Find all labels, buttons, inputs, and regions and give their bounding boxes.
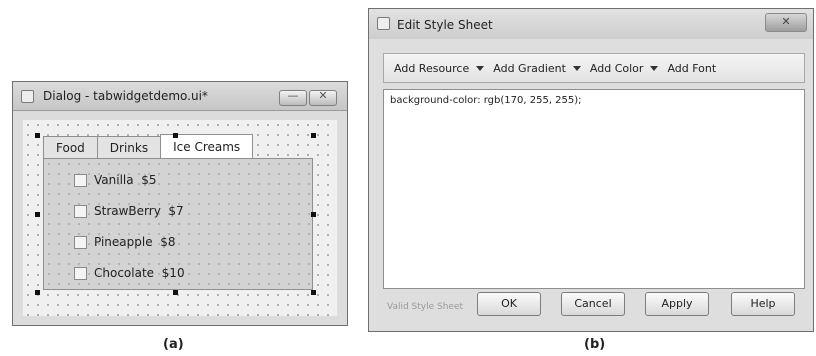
apply-button[interactable]: Apply xyxy=(645,292,709,316)
stylesheet-toolbar: Add Resource Add Gradient Add Color Add … xyxy=(383,53,805,83)
checkbox[interactable] xyxy=(74,173,87,187)
tabwidget-dialog-window: Dialog - tabwidgetdemo.ui* — ✕ Food Drin… xyxy=(12,81,348,326)
editor-window-icon xyxy=(377,17,390,30)
tab-drinks[interactable]: Drinks xyxy=(96,136,162,158)
add-font-label: Add Font xyxy=(667,61,717,75)
editor-title: Edit Style Sheet xyxy=(397,18,493,32)
dropdown-arrow-icon[interactable] xyxy=(572,65,581,71)
add-resource-label: Add Resource xyxy=(394,61,470,75)
tab-bar: Food Drinks Ice Creams xyxy=(43,134,254,158)
add-font-button[interactable]: Add Font xyxy=(667,62,716,75)
selection-handle[interactable] xyxy=(311,290,316,295)
selection-handle[interactable] xyxy=(35,133,40,138)
ok-button[interactable]: OK xyxy=(477,292,541,316)
dialog-titlebar[interactable]: Dialog - tabwidgetdemo.ui* — ✕ xyxy=(13,82,347,111)
editor-close-button[interactable]: ✕ xyxy=(765,13,807,32)
dropdown-arrow-icon[interactable] xyxy=(476,65,485,71)
checkbox-item-vanilla[interactable]: Vanilla $5 xyxy=(74,172,157,188)
dialog-title: Dialog - tabwidgetdemo.ui* xyxy=(43,89,208,103)
close-icon: ✕ xyxy=(318,89,328,102)
checkbox-item-strawberry[interactable]: StrawBerry $7 xyxy=(74,203,184,219)
tab-panel: Vanilla $5 StrawBerry $7 Pineapple $8 Ch… xyxy=(43,158,313,290)
stylesheet-text: background-color: rgb(170, 255, 255); xyxy=(390,95,582,106)
close-button[interactable]: ✕ xyxy=(309,89,337,106)
editor-titlebar[interactable]: Edit Style Sheet ✕ xyxy=(369,9,813,39)
selection-handle[interactable] xyxy=(311,133,316,138)
add-gradient-label: Add Gradient xyxy=(493,61,566,75)
help-button[interactable]: Help xyxy=(731,292,795,316)
selection-handle[interactable] xyxy=(311,212,316,217)
stylesheet-text-editor[interactable]: background-color: rgb(170, 255, 255); xyxy=(383,89,805,289)
dropdown-arrow-icon[interactable] xyxy=(650,65,659,71)
checkbox-item-chocolate[interactable]: Chocolate $10 xyxy=(74,265,185,281)
add-resource-button[interactable]: Add Resource xyxy=(394,61,485,75)
checkbox-label: StrawBerry $7 xyxy=(94,204,184,218)
selection-handle[interactable] xyxy=(173,290,178,295)
validation-status: Valid Style Sheet xyxy=(387,302,464,312)
checkbox[interactable] xyxy=(74,235,87,249)
checkbox-item-pineapple[interactable]: Pineapple $8 xyxy=(74,234,176,250)
selection-handle[interactable] xyxy=(35,290,40,295)
minimize-icon: — xyxy=(287,89,299,102)
minimize-button[interactable]: — xyxy=(279,89,307,106)
checkbox[interactable] xyxy=(74,266,87,280)
checkbox-label: Pineapple $8 xyxy=(94,235,176,249)
selection-handle[interactable] xyxy=(35,212,40,217)
checkbox-label: Vanilla $5 xyxy=(94,173,157,187)
caption-b: (b) xyxy=(584,337,606,352)
edit-style-sheet-window: Edit Style Sheet ✕ Add Resource Add Grad… xyxy=(368,8,814,332)
selection-handle[interactable] xyxy=(173,133,178,138)
add-color-button[interactable]: Add Color xyxy=(590,62,659,75)
caption-a: (a) xyxy=(163,337,184,352)
tab-food[interactable]: Food xyxy=(43,136,98,158)
checkbox[interactable] xyxy=(74,204,87,218)
close-icon: ✕ xyxy=(781,15,791,28)
add-color-label: Add Color xyxy=(589,61,644,75)
add-gradient-button[interactable]: Add Gradient xyxy=(493,62,581,75)
dialog-icon xyxy=(21,90,34,103)
cancel-button[interactable]: Cancel xyxy=(561,292,625,316)
checkbox-label: Chocolate $10 xyxy=(94,266,185,280)
